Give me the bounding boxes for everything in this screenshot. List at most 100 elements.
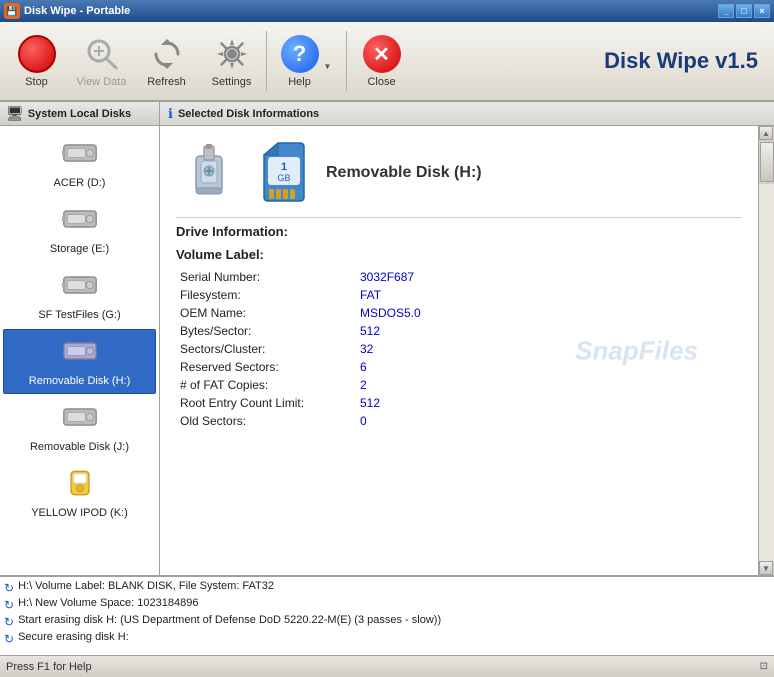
viewdata-label: View Data — [77, 76, 127, 88]
log-entry: ↻ Secure erasing disk H: — [4, 630, 770, 647]
disk-label-removable-h: Removable Disk (H:) — [29, 375, 130, 387]
settings-icon — [212, 34, 252, 74]
disk-item-removable-h[interactable]: Removable Disk (H:) — [3, 329, 156, 394]
log-entry-text: H:\ Volume Label: BLANK DISK, File Syste… — [18, 580, 274, 592]
disk-label-yellow-ipod-k: YELLOW IPOD (K:) — [31, 507, 128, 519]
log-entry-icon: ↻ — [4, 615, 14, 629]
info-field-value: MSDOS5.0 — [356, 304, 742, 322]
main-area: 🖥 System Local Disks ACER (D:) — [0, 102, 774, 575]
log-entry: ↻H:\ New Volume Space: 1023184896 — [4, 596, 770, 613]
refresh-label: Refresh — [147, 76, 186, 88]
disk-item-sf-testfiles-g[interactable]: SF TestFiles (G:) — [3, 263, 156, 328]
minimize-button[interactable]: _ — [718, 4, 734, 18]
help-icon: ? — [280, 34, 320, 74]
divider-1 — [176, 217, 742, 218]
info-field-value: 512 — [356, 322, 742, 340]
info-field-label: # of FAT Copies: — [176, 376, 356, 394]
disk-label-sf-testfiles-g: SF TestFiles (G:) — [38, 309, 120, 321]
disk-icon-yellow-ipod-k — [62, 468, 98, 505]
info-row: Serial Number:3032F687 — [176, 268, 742, 286]
hdd-icon: 🖥 — [6, 105, 24, 122]
stop-icon — [17, 34, 57, 74]
info-row: OEM Name:MSDOS5.0 — [176, 304, 742, 322]
disk-icon-sf-testfiles-g — [62, 270, 98, 307]
close-label: Close — [367, 76, 395, 88]
info-field-label: Root Entry Count Limit: — [176, 394, 356, 412]
close-window-button[interactable]: × — [754, 4, 770, 18]
panel-header-label: Selected Disk Informations — [178, 108, 319, 120]
info-field-value: 32 — [356, 340, 742, 358]
info-field-label: Old Sectors: — [176, 412, 356, 430]
info-table: Serial Number:3032F687Filesystem:FATOEM … — [176, 268, 742, 430]
log-entry-text: H:\ New Volume Space: 1023184896 — [18, 597, 198, 609]
info-row: # of FAT Copies:2 — [176, 376, 742, 394]
refresh-button[interactable]: Refresh — [134, 25, 199, 97]
log-entry-icon: ↻ — [4, 581, 14, 595]
info-field-value: 6 — [356, 358, 742, 376]
info-row: Sectors/Cluster:32 — [176, 340, 742, 358]
settings-label: Settings — [212, 76, 252, 88]
scrollbar-track — [759, 184, 774, 561]
disk-icon-removable-h — [62, 336, 98, 373]
disk-info-panel: 1 GB 1 GB Removable Disk (H:) Drive Info… — [160, 126, 758, 575]
disk-item-storage-e[interactable]: Storage (E:) — [3, 197, 156, 262]
scrollbar-up-button[interactable]: ▲ — [759, 126, 773, 140]
toolbar: Stop View Data Refresh — [0, 22, 774, 102]
info-field-value: 0 — [356, 412, 742, 430]
disk-label-storage-e: Storage (E:) — [50, 243, 109, 255]
info-field-label: Serial Number: — [176, 268, 356, 286]
info-field-label: Bytes/Sector: — [176, 322, 356, 340]
log-entry: ↻ Start erasing disk H: (US Department of… — [4, 613, 770, 630]
disk-item-acer-d[interactable]: ACER (D:) — [3, 131, 156, 196]
app-title: Disk Wipe v1.5 — [604, 48, 770, 74]
close-icon: ✕ — [362, 34, 402, 74]
panel-header-icon: ℹ — [168, 106, 173, 122]
usb-drive-image — [176, 136, 246, 209]
app-icon: 💾 — [4, 3, 20, 19]
info-field-value: 512 — [356, 394, 742, 412]
disk-icon-acer-d — [62, 138, 98, 175]
stop-button[interactable]: Stop — [4, 25, 69, 97]
scrollbar-down-button[interactable]: ▼ — [759, 561, 773, 575]
viewdata-icon — [82, 34, 122, 74]
info-row: Root Entry Count Limit:512 — [176, 394, 742, 412]
right-panel: ℹ Selected Disk Informations — [160, 102, 774, 575]
disk-visual: 1 GB 1 GB Removable Disk (H:) — [176, 136, 742, 209]
maximize-button[interactable]: □ — [736, 4, 752, 18]
help-dropdown-arrow[interactable]: ▼ — [322, 60, 334, 72]
panel-header: ℹ Selected Disk Informations — [160, 102, 774, 126]
info-row: Old Sectors:0 — [176, 412, 742, 430]
help-button[interactable]: ? Help ▼ — [269, 25, 344, 97]
sd-card-image: 1 GB 1 GB — [254, 137, 314, 208]
log-entry-text: Start erasing disk H: (US Department of … — [18, 614, 441, 626]
window-title: Disk Wipe - Portable — [24, 5, 130, 17]
log-entry-icon: ↻ — [4, 632, 14, 646]
stop-label: Stop — [25, 76, 48, 88]
info-field-label: Sectors/Cluster: — [176, 340, 356, 358]
status-text: Press F1 for Help — [6, 661, 760, 673]
info-field-value: FAT — [356, 286, 742, 304]
disk-label-acer-d: ACER (D:) — [54, 177, 106, 189]
disk-item-yellow-ipod-k[interactable]: YELLOW IPOD (K:) — [3, 461, 156, 526]
sidebar: 🖥 System Local Disks ACER (D:) — [0, 102, 160, 575]
disk-icon-removable-j — [62, 402, 98, 439]
log-area: ↻ H:\ Volume Label: BLANK DISK, File Syst… — [0, 575, 774, 655]
help-label: Help — [288, 76, 311, 88]
disk-item-removable-j[interactable]: Removable Disk (J:) — [3, 395, 156, 460]
sidebar-header-label: System Local Disks — [28, 108, 131, 120]
toolbar-separator-1 — [266, 31, 267, 91]
close-button[interactable]: ✕ Close — [349, 25, 414, 97]
log-entry-text: Secure erasing disk H: — [18, 631, 129, 643]
settings-button[interactable]: Settings — [199, 25, 264, 97]
window-controls: _ □ × — [718, 4, 770, 18]
right-scrollbar[interactable]: ▲ ▼ — [758, 126, 774, 575]
info-row: Bytes/Sector:512 — [176, 322, 742, 340]
refresh-icon — [147, 34, 187, 74]
status-bar: Press F1 for Help ⊡ — [0, 655, 774, 677]
viewdata-button[interactable]: View Data — [69, 25, 134, 97]
info-field-value: 2 — [356, 376, 742, 394]
disk-list: ACER (D:) Storage (E:) — [0, 126, 159, 575]
sidebar-header: 🖥 System Local Disks — [0, 102, 159, 126]
info-row: Filesystem:FAT — [176, 286, 742, 304]
scrollbar-thumb[interactable] — [760, 142, 774, 182]
